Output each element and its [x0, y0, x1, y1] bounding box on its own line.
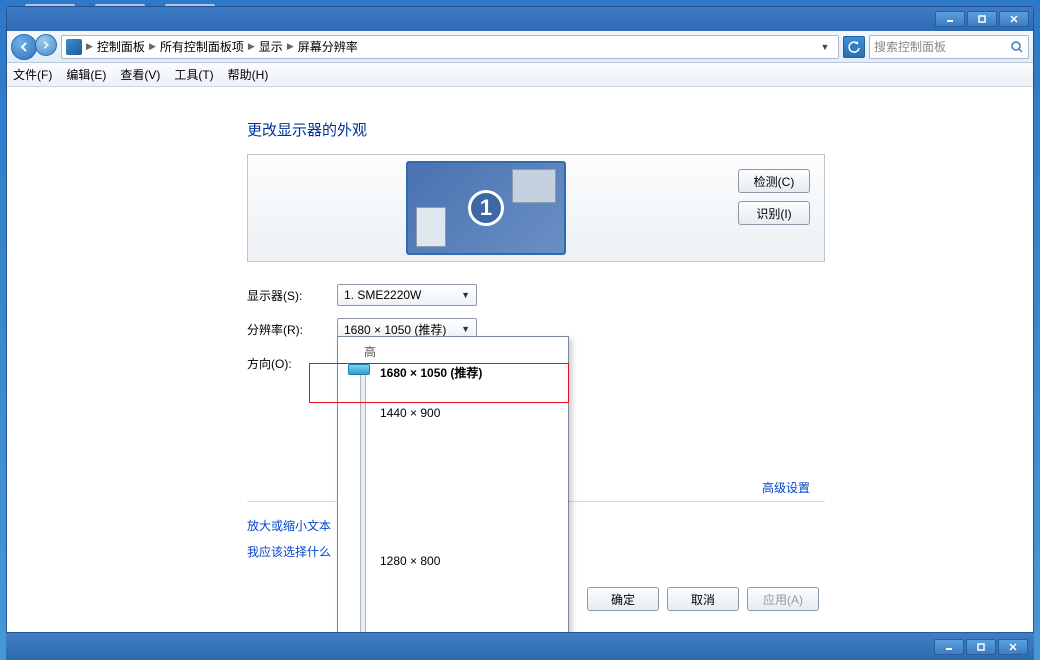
resolution-slider[interactable]: [346, 364, 368, 660]
chevron-right-icon: ▶: [149, 41, 156, 52]
preview-window-icon: [416, 207, 446, 247]
chevron-right-icon: ▶: [248, 41, 255, 52]
menu-view[interactable]: 查看(V): [120, 66, 160, 83]
refresh-button[interactable]: [843, 36, 865, 58]
apply-button: 应用(A): [747, 587, 819, 611]
close-button[interactable]: [999, 11, 1029, 27]
nav-back-button[interactable]: [11, 34, 37, 60]
advanced-settings-link[interactable]: 高级设置: [762, 479, 810, 496]
breadcrumb-item[interactable]: 屏幕分辨率: [298, 38, 358, 55]
titlebar: [7, 7, 1033, 31]
breadcrumb-item[interactable]: 控制面板: [97, 38, 145, 55]
search-placeholder: 搜索控制面板: [874, 38, 946, 55]
maximize-button[interactable]: [967, 11, 997, 27]
chevron-right-icon: ▶: [287, 41, 294, 52]
menu-edit[interactable]: 编辑(E): [66, 66, 106, 83]
nav-forward-button[interactable]: [35, 34, 57, 56]
resolution-value: 1680 × 1050 (推荐): [344, 321, 446, 338]
resolution-label: 分辨率(R):: [247, 321, 337, 338]
menu-tools[interactable]: 工具(T): [174, 66, 213, 83]
chevron-down-icon: ▼: [461, 290, 470, 300]
monitor-number: 1: [468, 190, 504, 226]
monitor-thumbnail[interactable]: 1: [406, 161, 566, 255]
minimize-button[interactable]: [934, 639, 964, 655]
control-panel-icon: [66, 39, 82, 55]
page-title: 更改显示器的外观: [247, 119, 1033, 140]
breadcrumb-dropdown[interactable]: ▼: [816, 38, 834, 56]
breadcrumb[interactable]: ▶ 控制面板 ▶ 所有控制面板项 ▶ 显示 ▶ 屏幕分辨率 ▼: [61, 35, 839, 59]
slider-thumb[interactable]: [348, 364, 370, 375]
chevron-right-icon: ▶: [86, 41, 93, 52]
cancel-button[interactable]: 取消: [667, 587, 739, 611]
text-size-link[interactable]: 放大或缩小文本: [247, 513, 331, 539]
orientation-label: 方向(O):: [247, 355, 337, 372]
minimize-button[interactable]: [935, 11, 965, 27]
resolution-option[interactable]: 1680 × 1050 (推荐): [380, 364, 482, 381]
detect-button[interactable]: 检测(C): [738, 169, 810, 193]
navbar: ▶ 控制面板 ▶ 所有控制面板项 ▶ 显示 ▶ 屏幕分辨率 ▼ 搜索控制面板: [7, 31, 1033, 63]
menu-help[interactable]: 帮助(H): [228, 66, 269, 83]
menubar: 文件(F) 编辑(E) 查看(V) 工具(T) 帮助(H): [7, 63, 1033, 87]
display-settings-window: ▶ 控制面板 ▶ 所有控制面板项 ▶ 显示 ▶ 屏幕分辨率 ▼ 搜索控制面板 文…: [6, 6, 1034, 660]
resolution-dropdown: 高 1680 × 1050 (推荐) 1440 × 900 1280 × 800: [337, 336, 569, 660]
secondary-titlebar: [6, 632, 1034, 660]
search-icon: [1010, 40, 1024, 54]
resolution-option[interactable]: 1440 × 900: [380, 406, 440, 420]
monitor-preview: 1 检测(C) 识别(I): [247, 154, 825, 262]
display-select[interactable]: 1. SME2220W ▼: [337, 284, 477, 306]
preview-window-icon: [512, 169, 556, 203]
breadcrumb-item[interactable]: 所有控制面板项: [160, 38, 244, 55]
ok-button[interactable]: 确定: [587, 587, 659, 611]
maximize-button[interactable]: [966, 639, 996, 655]
identify-button[interactable]: 识别(I): [738, 201, 810, 225]
resolution-option[interactable]: 1280 × 800: [380, 554, 440, 568]
menu-file[interactable]: 文件(F): [13, 66, 52, 83]
which-choose-link[interactable]: 我应该选择什么: [247, 539, 331, 565]
search-input[interactable]: 搜索控制面板: [869, 35, 1029, 59]
dropdown-top-label: 高: [364, 343, 560, 360]
display-value: 1. SME2220W: [344, 288, 421, 302]
close-button[interactable]: [998, 639, 1028, 655]
breadcrumb-item[interactable]: 显示: [259, 38, 283, 55]
display-label: 显示器(S):: [247, 287, 337, 304]
chevron-down-icon: ▼: [461, 324, 470, 334]
